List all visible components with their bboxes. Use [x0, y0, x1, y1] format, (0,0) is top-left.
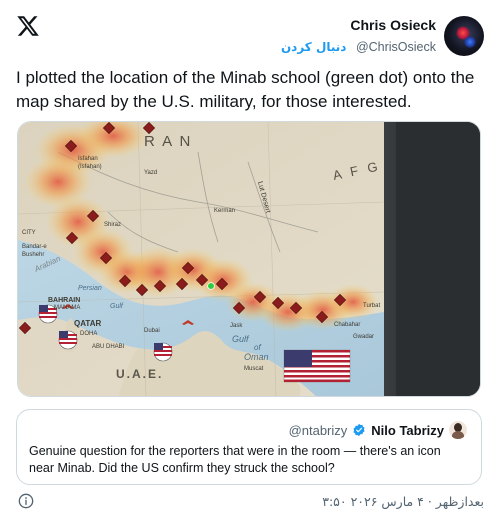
info-icon[interactable]	[18, 493, 34, 509]
author-block: Chris Osieck دنبال کردن @ChrisOsieck	[281, 16, 436, 56]
us-circle-flag	[58, 330, 78, 350]
author-name[interactable]: Chris Osieck	[281, 16, 436, 34]
quote-author-name[interactable]: Nilo Tabrizy	[371, 423, 444, 438]
label-chabahar: Chabahar	[334, 322, 360, 328]
label-of: of	[254, 343, 261, 352]
label-city: CITY	[22, 230, 36, 236]
tweet-media-image[interactable]: R A N A F G Isfahan (Isfahan) Yazd Kerma…	[17, 121, 481, 397]
minab-school-marker	[207, 282, 215, 290]
label-iran: R A N	[144, 133, 192, 150]
quote-header: @ntabrizy Nilo Tabrizy	[289, 421, 467, 439]
label-oman: Oman	[244, 352, 269, 362]
label-bandar: Bandar-e	[22, 244, 47, 250]
label-gwadar: Gwadar	[353, 334, 374, 340]
label-gulf: Gulf	[110, 303, 124, 310]
label-manama: MANAMA	[54, 305, 80, 311]
label-kerman: Kerman	[214, 208, 235, 214]
quote-text: Genuine question for the reporters that …	[29, 444, 441, 475]
quote-author-avatar[interactable]	[449, 421, 467, 439]
label-dubai: Dubai	[144, 328, 160, 334]
quote-handle[interactable]: @ntabrizy	[289, 423, 348, 438]
tweet-timestamp[interactable]: ۳:۵۰ بعدازظهر · ۴ مارس ۲۰۲۶	[322, 494, 484, 509]
label-doha: DOHA	[80, 331, 97, 337]
label-gulf-of: Gulf	[232, 334, 250, 344]
author-sub: دنبال کردن @ChrisOsieck	[281, 38, 436, 56]
label-uae: U.A.E.	[116, 367, 163, 381]
x-logo-icon[interactable]	[16, 14, 40, 38]
us-flag-large	[283, 349, 351, 383]
label-isfahan: Isfahan	[78, 156, 98, 162]
map-photo: R A N A F G Isfahan (Isfahan) Yazd Kerma…	[18, 122, 480, 396]
verified-badge-icon	[353, 423, 365, 437]
us-circle-flag	[153, 342, 173, 362]
label-yazd: Yazd	[144, 170, 157, 176]
author-handle[interactable]: @ChrisOsieck	[356, 40, 436, 54]
label-persian: Persian	[78, 285, 102, 292]
label-isfahan-alt: (Isfahan)	[78, 164, 102, 170]
label-bushehr: Bushehr	[22, 252, 44, 258]
avatar-blue-light	[464, 36, 476, 48]
tweet-footer: ۳:۵۰ بعدازظهر · ۴ مارس ۲۰۲۶	[16, 492, 484, 512]
quote-tweet-card[interactable]: @ntabrizy Nilo Tabrizy Genuine question …	[16, 409, 482, 485]
label-shiraz: Shiraz	[104, 222, 121, 228]
label-jask: Jask	[230, 323, 243, 329]
author-avatar[interactable]	[444, 16, 484, 56]
label-turbat: Turbat	[363, 303, 380, 309]
label-qatar: QATAR	[74, 319, 101, 328]
tweet-text: I plotted the location of the Minab scho…	[16, 68, 475, 111]
label-abu-dhabi: ABU DHABI	[92, 344, 125, 350]
label-muscat: Muscat	[244, 366, 264, 372]
screen-frame-inner	[396, 122, 480, 396]
label-bahrain: BAHRAIN	[48, 297, 80, 304]
follow-button[interactable]: دنبال کردن	[281, 40, 347, 54]
